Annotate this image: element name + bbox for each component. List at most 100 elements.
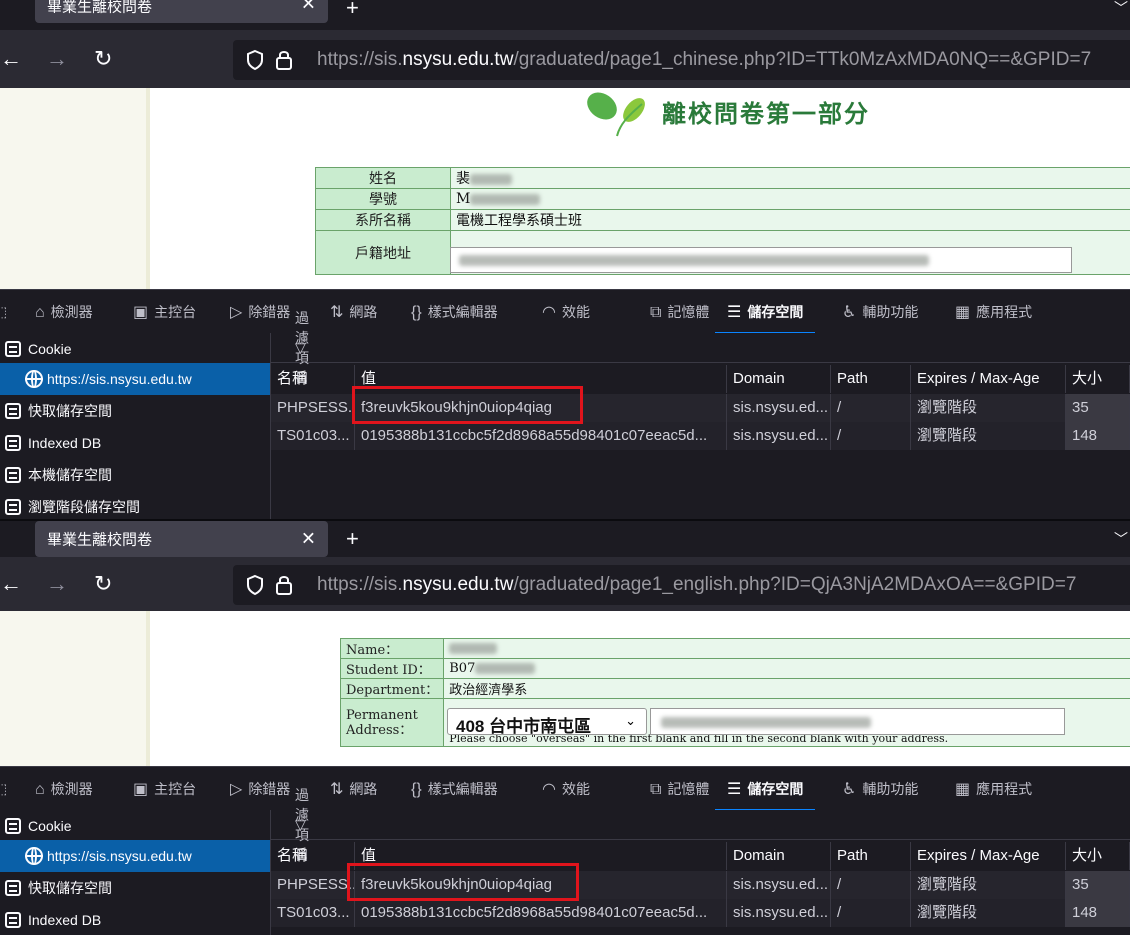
cookie-size[interactable]: 35 bbox=[1066, 394, 1130, 422]
storage-icon bbox=[5, 467, 21, 483]
tab-network[interactable]: ⇅ 網路 bbox=[330, 779, 377, 799]
tab-debugger[interactable]: ▷ 除錯器 bbox=[230, 779, 290, 799]
cookie-expires[interactable]: 瀏覽階段 bbox=[911, 394, 1066, 422]
tab-inspector[interactable]: ⌂ 檢測器 bbox=[35, 779, 93, 799]
column-header[interactable]: Expires / Max-Age bbox=[911, 365, 1066, 393]
cookie-domain[interactable]: sis.nsysu.ed... bbox=[727, 899, 831, 927]
cookie-expires[interactable]: 瀏覽階段 bbox=[911, 899, 1066, 927]
forward-icon[interactable]: → bbox=[46, 46, 68, 72]
cookie-size[interactable]: 148 bbox=[1066, 422, 1130, 450]
form-value: 裴 bbox=[450, 167, 1130, 189]
table-row[interactable]: TS01c03... 0195388b131ccbc5f2d8968a55d98… bbox=[271, 899, 1130, 927]
tab-console[interactable]: ▣ 主控台 bbox=[133, 779, 196, 799]
browser-tab[interactable]: 畢業生離校問卷 ✕ bbox=[35, 521, 328, 557]
sidebar-item-origin[interactable]: https://sis.nsysu.edu.tw bbox=[0, 363, 270, 395]
reload-icon[interactable]: ↻ bbox=[94, 571, 112, 597]
cookie-expires[interactable]: 瀏覽階段 bbox=[911, 871, 1066, 899]
url-bar[interactable]: https://sis.nsysu.edu.tw/graduated/page1… bbox=[233, 40, 1130, 80]
filter-input[interactable]: ▽ 過濾項目 bbox=[271, 787, 1130, 863]
chevron-down-icon[interactable]: ﹀ bbox=[1114, 0, 1128, 18]
cookie-name[interactable]: PHPSESS... bbox=[271, 871, 355, 899]
pick-element-icon[interactable]: ⬚ bbox=[0, 780, 7, 797]
sidebar-item-session-storage[interactable]: 瀏覽階段儲存空間 bbox=[0, 491, 270, 521]
sidebar-item-origin[interactable]: https://sis.nsysu.edu.tw bbox=[0, 840, 270, 872]
back-icon[interactable]: ← bbox=[0, 571, 22, 597]
tab-debugger[interactable]: ▷ 除錯器 bbox=[230, 302, 290, 322]
column-header[interactable]: 名稱 bbox=[271, 842, 355, 870]
cookie-path[interactable]: / bbox=[831, 394, 911, 422]
column-header[interactable]: Domain bbox=[727, 842, 831, 870]
url-bar[interactable]: https://sis.nsysu.edu.tw/graduated/page1… bbox=[233, 565, 1130, 605]
address-input[interactable] bbox=[650, 708, 1065, 735]
cookie-domain[interactable]: sis.nsysu.ed... bbox=[727, 394, 831, 422]
address-input[interactable] bbox=[450, 247, 1072, 273]
tab-storage[interactable]: ☰ 儲存空間 bbox=[714, 302, 816, 334]
chevron-down-icon[interactable]: ﹀ bbox=[1114, 529, 1128, 549]
shield-icon[interactable] bbox=[245, 574, 265, 596]
tab-storage[interactable]: ☰ 儲存空間 bbox=[714, 779, 816, 811]
cookie-path[interactable]: / bbox=[831, 871, 911, 899]
lock-icon[interactable] bbox=[275, 49, 293, 71]
sidebar-item-local-storage[interactable]: 本機儲存空間 bbox=[0, 459, 270, 491]
new-tab-icon[interactable]: + bbox=[346, 526, 359, 552]
cookie-expires[interactable]: 瀏覽階段 bbox=[911, 422, 1066, 450]
cookie-value[interactable]: 0195388b131ccbc5f2d8968a55d98401c07eeac5… bbox=[355, 422, 727, 450]
tab-inspector[interactable]: ⌂ 檢測器 bbox=[35, 302, 93, 322]
district-select[interactable]: 408 台中市南屯區 ⌄ bbox=[447, 708, 647, 736]
cookie-name[interactable]: PHPSESS... bbox=[271, 394, 355, 422]
sidebar-item-cookie[interactable]: Cookie bbox=[0, 333, 270, 365]
cookie-path[interactable]: / bbox=[831, 422, 911, 450]
column-header[interactable]: Domain bbox=[727, 365, 831, 393]
cookie-domain[interactable]: sis.nsysu.ed... bbox=[727, 871, 831, 899]
column-header[interactable]: Path bbox=[831, 365, 911, 393]
cookie-domain[interactable]: sis.nsysu.ed... bbox=[727, 422, 831, 450]
tab-memory[interactable]: ⧉ 記憶體 bbox=[650, 302, 709, 322]
storage-icon bbox=[5, 341, 21, 357]
pick-element-icon[interactable]: ⬚ bbox=[0, 303, 7, 320]
url-text[interactable]: https://sis.nsysu.edu.tw/graduated/page1… bbox=[317, 574, 1076, 596]
storage-sidebar: Cookie https://sis.nsysu.edu.tw 快取儲存空間 I… bbox=[0, 810, 271, 935]
cookie-value[interactable]: 0195388b131ccbc5f2d8968a55d98401c07eeac5… bbox=[355, 899, 727, 927]
browser-tab[interactable]: 畢業生離校問卷 ✕ bbox=[35, 0, 328, 23]
sidebar-item-cookie[interactable]: Cookie bbox=[0, 810, 270, 842]
cookie-path[interactable]: / bbox=[831, 899, 911, 927]
lock-icon[interactable] bbox=[275, 574, 293, 596]
column-header[interactable]: 大小 bbox=[1066, 365, 1130, 393]
tab-network[interactable]: ⇅ 網路 bbox=[330, 302, 377, 322]
close-tab-icon[interactable]: ✕ bbox=[301, 529, 316, 550]
cookie-size[interactable]: 148 bbox=[1066, 899, 1130, 927]
tab-performance[interactable]: ◠ 效能 bbox=[542, 302, 590, 322]
tab-accessibility[interactable]: ♿ 輔助功能 bbox=[842, 302, 918, 322]
sidebar-item-cache[interactable]: 快取儲存空間 bbox=[0, 872, 270, 904]
filter-input[interactable]: ▽ 過濾項目 bbox=[271, 310, 1130, 386]
tab-application[interactable]: ▦ 應用程式 bbox=[955, 302, 1032, 322]
tab-performance[interactable]: ◠ 效能 bbox=[542, 779, 590, 799]
tab-style-editor[interactable]: {} 樣式編輯器 bbox=[411, 779, 498, 799]
column-header[interactable]: Expires / Max-Age bbox=[911, 842, 1066, 870]
tab-console[interactable]: ▣ 主控台 bbox=[133, 302, 196, 322]
column-header[interactable]: 大小 bbox=[1066, 842, 1130, 870]
tab-memory[interactable]: ⧉ 記憶體 bbox=[650, 779, 709, 799]
shield-icon[interactable] bbox=[245, 49, 265, 71]
tab-application[interactable]: ▦ 應用程式 bbox=[955, 779, 1032, 799]
tab-accessibility[interactable]: ♿ 輔助功能 bbox=[842, 779, 918, 799]
table-row[interactable]: TS01c03... 0195388b131ccbc5f2d8968a55d98… bbox=[271, 422, 1130, 450]
sidebar-item-indexeddb[interactable]: Indexed DB bbox=[0, 427, 270, 459]
cookie-name[interactable]: TS01c03... bbox=[271, 899, 355, 927]
forward-icon[interactable]: → bbox=[46, 571, 68, 597]
back-icon[interactable]: ← bbox=[0, 46, 22, 72]
cookie-size[interactable]: 35 bbox=[1066, 871, 1130, 899]
reload-icon[interactable]: ↻ bbox=[94, 46, 112, 72]
close-tab-icon[interactable]: ✕ bbox=[301, 0, 316, 15]
storage-icon bbox=[5, 499, 21, 515]
redacted-text bbox=[661, 717, 871, 728]
storage-icon bbox=[5, 912, 21, 928]
column-header[interactable]: 名稱 bbox=[271, 365, 355, 393]
cookie-name[interactable]: TS01c03... bbox=[271, 422, 355, 450]
sidebar-item-indexeddb[interactable]: Indexed DB bbox=[0, 904, 270, 935]
new-tab-icon[interactable]: + bbox=[346, 0, 359, 21]
tab-style-editor[interactable]: {} 樣式編輯器 bbox=[411, 302, 498, 322]
url-text[interactable]: https://sis.nsysu.edu.tw/graduated/page1… bbox=[317, 49, 1091, 71]
column-header[interactable]: Path bbox=[831, 842, 911, 870]
sidebar-item-cache[interactable]: 快取儲存空間 bbox=[0, 395, 270, 427]
